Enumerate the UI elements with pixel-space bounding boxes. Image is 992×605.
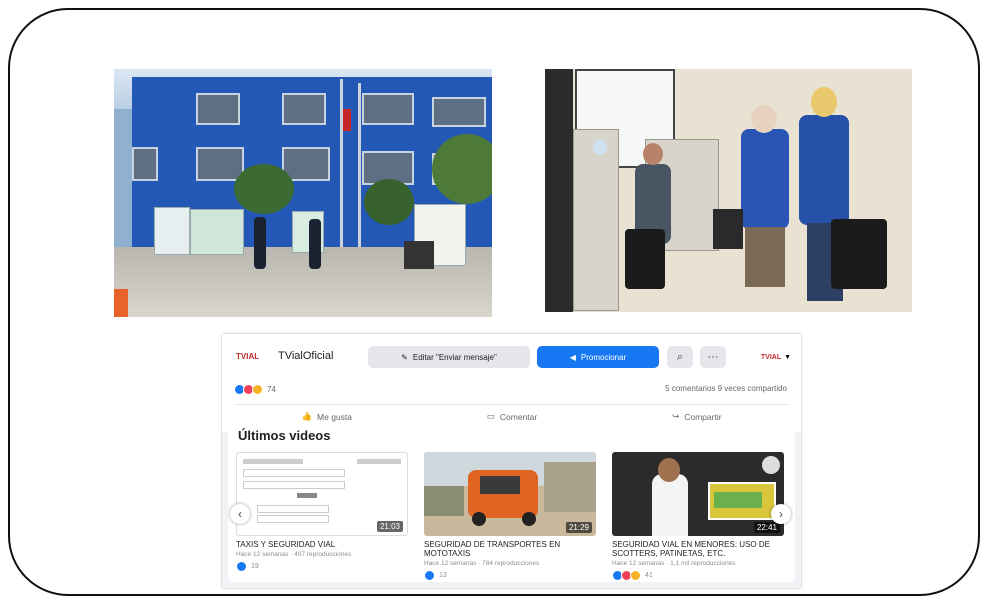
page-logo: TVIAL (236, 352, 260, 361)
edit-button-label: Editar "Enviar mensaje" (412, 352, 497, 362)
video-meta: Hace 12 semanas · 1,1 mil reproducciones (612, 560, 736, 567)
video-card[interactable]: 21:03 TAXIS Y SEGURIDAD VIAL Hace 12 sem… (236, 452, 408, 572)
chevron-left-icon: ‹ (238, 507, 242, 521)
reaction-count: 74 (267, 385, 276, 394)
thumbs-up-icon: 👍 (301, 411, 313, 421)
latest-videos-section: Últimos videos 21:03 TAXIS Y SEGURIDAD V… (228, 422, 795, 582)
like-label: Me gusta (317, 411, 352, 422)
video-meta: Hace 12 semanas · 784 reproducciones (424, 560, 540, 567)
video-title[interactable]: TAXIS Y SEGURIDAD VIAL (236, 540, 408, 549)
edit-send-message-button[interactable]: ✎ Editar "Enviar mensaje" (368, 346, 530, 368)
school-building-photo (114, 69, 492, 317)
comment-label: Comentar (499, 411, 538, 422)
share-icon: ↪ (672, 411, 680, 421)
caret-down-icon: ▼ (784, 353, 792, 361)
page-switcher-button[interactable]: TVIAL ▼ (758, 346, 794, 368)
more-icon: ··· (707, 351, 719, 363)
chevron-right-icon: › (779, 507, 783, 521)
video-duration: 22:41 (753, 522, 780, 533)
video-reaction-count: 19 (251, 563, 259, 570)
latest-videos-title: Últimos videos (238, 428, 331, 443)
search-icon: ⌕ (676, 350, 684, 363)
carousel-next-button[interactable]: › (771, 504, 791, 524)
video-thumbnail[interactable]: 22:41 (612, 452, 784, 536)
video-thumbnail[interactable]: 21:03 (236, 452, 408, 536)
page-name[interactable]: TVialOficial (278, 350, 333, 362)
megaphone-icon: ◀ (569, 352, 576, 362)
like-reaction-icon (236, 561, 247, 572)
video-reaction-count: 41 (645, 572, 653, 579)
promote-button-label: Promocionar (580, 352, 627, 362)
comment-button[interactable]: ▭ Comentar (487, 411, 537, 422)
pencil-icon: ✎ (401, 352, 408, 362)
carousel-prev-button[interactable]: ‹ (230, 504, 250, 524)
share-label: Compartir (684, 411, 722, 422)
more-button[interactable]: ··· (700, 346, 726, 368)
like-reaction-icon (424, 570, 435, 581)
video-title[interactable]: SEGURIDAD DE TRANSPORTES EN MOTOTAXIS (424, 540, 596, 558)
reaction-summary[interactable]: 74 (234, 384, 276, 395)
page-header: TVIAL TVialOficial ✎ Editar "Enviar mens… (222, 334, 801, 381)
like-button[interactable]: 👍 Me gusta (301, 411, 352, 422)
video-thumbnail[interactable]: 21:29 (424, 452, 596, 536)
video-card[interactable]: 21:29 SEGURIDAD DE TRANSPORTES EN MOTOTA… (424, 452, 596, 581)
office-inspection-photo (545, 69, 912, 312)
promote-button[interactable]: ◀ Promocionar (537, 346, 659, 368)
video-title[interactable]: SEGURIDAD VIAL EN MENORES: USO DE SCOTTE… (612, 540, 784, 558)
video-reaction-count: 13 (439, 572, 447, 579)
comment-icon: ▭ (486, 411, 495, 421)
video-meta: Hace 12 semanas · 407 reproducciones (236, 551, 352, 558)
video-duration: 21:29 (565, 522, 592, 533)
haha-reaction-icon (252, 384, 263, 395)
search-button[interactable]: ⌕ (667, 346, 693, 368)
video-duration: 21:03 (376, 521, 403, 532)
video-card[interactable]: 22:41 SEGURIDAD VIAL EN MENORES: USO DE … (612, 452, 784, 581)
share-button[interactable]: ↪ Compartir (672, 411, 721, 422)
comments-shares-count[interactable]: 5 comentarios 9 veces compartido (665, 384, 787, 393)
haha-reaction-icon (630, 570, 641, 581)
page-logo-small: TVIAL (760, 353, 782, 361)
facebook-page-screenshot: TVIAL TVialOficial ✎ Editar "Enviar mens… (222, 334, 801, 588)
